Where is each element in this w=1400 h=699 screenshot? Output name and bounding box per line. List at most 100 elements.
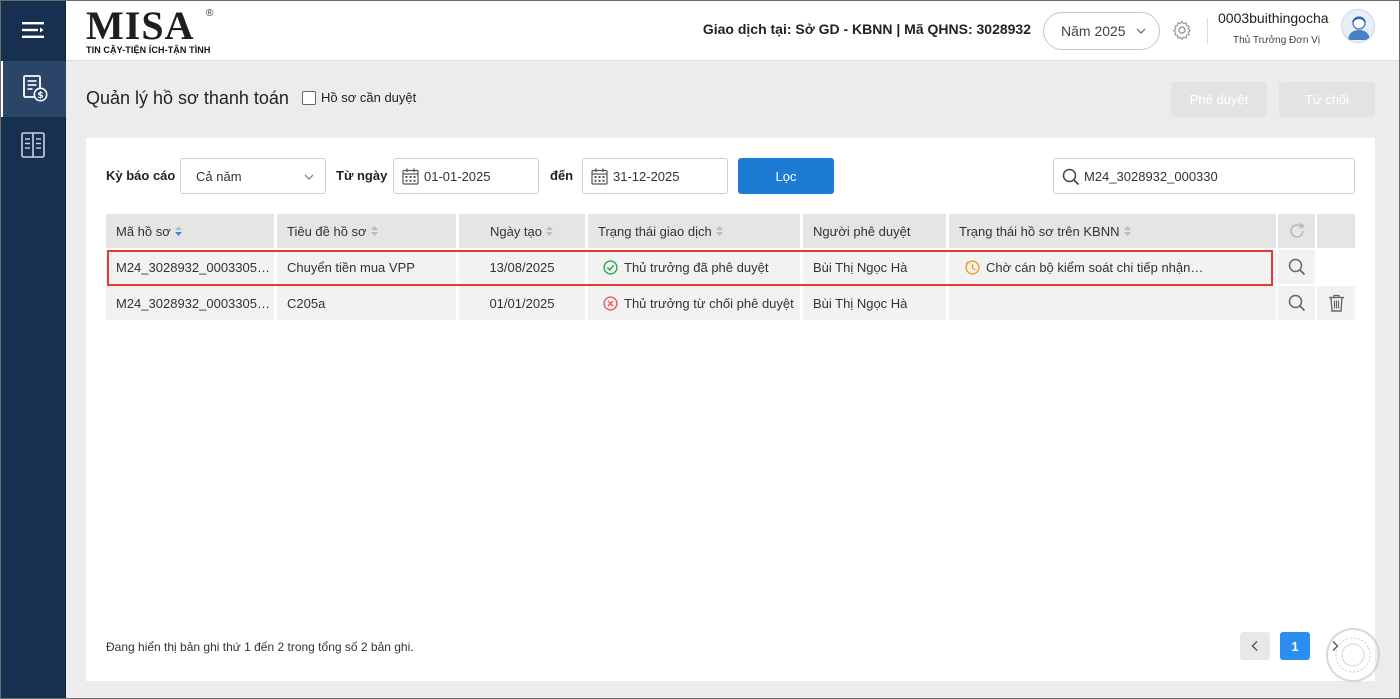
record-txn-status: Thủ trưởng đã phê duyệt xyxy=(588,250,800,284)
column-header-created[interactable]: Ngày tạo xyxy=(459,214,585,248)
to-date-input[interactable]: 31-12-2025 xyxy=(582,158,728,194)
user-avatar-icon xyxy=(1348,16,1370,40)
ledger-book-icon xyxy=(21,132,45,158)
search-icon xyxy=(1062,168,1080,186)
sidebar: $ xyxy=(0,0,66,699)
prev-page-button[interactable] xyxy=(1240,632,1270,660)
chevron-down-icon xyxy=(304,174,314,180)
column-header-code[interactable]: Mã hồ sơ xyxy=(106,214,274,248)
column-header-txn-status[interactable]: Trạng thái giao dịch xyxy=(588,214,800,248)
kbnn-status-text: Chờ cán bộ kiểm soát chi tiếp nhận… xyxy=(986,259,1204,275)
logo-registered-mark: ® xyxy=(206,8,214,19)
svg-text:$: $ xyxy=(37,91,43,101)
search-icon xyxy=(1288,294,1305,312)
delete-record-button[interactable] xyxy=(1317,286,1355,320)
search-value: M24_3028932_000330 xyxy=(1084,168,1218,184)
column-label: Mã hồ sơ xyxy=(116,223,171,239)
stamp-icon xyxy=(1335,637,1371,673)
user-name: 0003buithingocha xyxy=(1218,10,1329,26)
sort-icon xyxy=(546,226,554,236)
sidebar-item-payment-records[interactable]: $ xyxy=(0,61,66,117)
refresh-icon xyxy=(1289,222,1305,238)
view-record-button[interactable] xyxy=(1278,250,1315,284)
from-date-label: Từ ngày xyxy=(336,168,388,183)
sort-icon xyxy=(1123,226,1131,236)
record-count-info: Đang hiển thị bản ghi thứ 1 đến 2 trong … xyxy=(106,640,414,654)
year-select-value: Năm 2025 xyxy=(1061,23,1126,39)
record-code: M24_3028932_0003305… xyxy=(106,250,274,284)
transaction-info: Giao dịch tại: Sở GD - KBNN | Mã QHNS: 3… xyxy=(702,21,1031,37)
filter-button[interactable]: Lọc xyxy=(738,158,834,194)
record-created-date: 01/01/2025 xyxy=(459,286,585,320)
column-label: Tiêu đề hồ sơ xyxy=(287,223,367,239)
period-label: Kỳ báo cáo xyxy=(106,168,176,183)
need-approve-filter[interactable]: Hồ sơ cần duyệt xyxy=(302,90,416,105)
from-date-value: 01-01-2025 xyxy=(424,168,491,184)
settings-button[interactable] xyxy=(1172,20,1192,41)
trash-icon xyxy=(1328,294,1344,312)
column-header-actions xyxy=(1317,214,1355,248)
column-label: Ngày tạo xyxy=(489,223,543,239)
record-kbnn-status xyxy=(949,286,1276,320)
record-approver: Bùi Thị Ngọc Hà xyxy=(803,250,946,284)
divider xyxy=(1207,18,1208,44)
table-row[interactable]: M24_3028932_0003305… C205a 01/01/2025 Th… xyxy=(106,286,1355,320)
table-row[interactable]: M24_3028932_0003305… Chuyển tiền mua VPP… xyxy=(106,250,1355,284)
need-approve-label: Hồ sơ cần duyệt xyxy=(321,90,417,105)
record-created-date: 13/08/2025 xyxy=(459,250,585,284)
record-title: Chuyển tiền mua VPP xyxy=(277,250,456,284)
gear-icon xyxy=(1172,20,1192,41)
from-date-input[interactable]: 01-01-2025 xyxy=(393,158,539,194)
search-icon xyxy=(1288,258,1305,276)
x-circle-icon xyxy=(603,295,618,311)
page-number-button[interactable]: 1 xyxy=(1280,632,1310,660)
period-select[interactable]: Cả năm xyxy=(180,158,326,194)
sidebar-item-ledger[interactable] xyxy=(0,117,66,173)
period-select-value: Cả năm xyxy=(196,168,242,184)
table-header: Mã hồ sơ Tiêu đề hồ sơ Ngày tạo Trạng th… xyxy=(106,214,1355,248)
to-date-label: đến xyxy=(550,168,574,183)
column-label: Người phê duyệt xyxy=(813,223,911,239)
refresh-button[interactable] xyxy=(1278,214,1315,248)
pending-clock-icon xyxy=(965,259,980,275)
top-bar: MISA ® TIN CẬY-TIỆN ÍCH-TẬN TÌNH Giao dị… xyxy=(66,0,1400,61)
chevron-down-icon xyxy=(1136,28,1146,34)
column-header-kbnn-status[interactable]: Trạng thái hồ sơ trên KBNN xyxy=(949,214,1276,248)
chevron-left-icon xyxy=(1251,641,1258,651)
sort-icon xyxy=(174,226,182,236)
column-header-title[interactable]: Tiêu đề hồ sơ xyxy=(277,214,456,248)
record-title: C205a xyxy=(277,286,456,320)
column-label: Trạng thái giao dịch xyxy=(598,223,712,239)
to-date-value: 31-12-2025 xyxy=(613,168,680,184)
record-code: M24_3028932_0003305… xyxy=(106,286,274,320)
record-approver: Bùi Thị Ngọc Hà xyxy=(803,286,946,320)
logo-wordmark: MISA xyxy=(86,3,195,48)
approve-button[interactable]: Phê duyệt xyxy=(1171,82,1267,117)
check-circle-icon xyxy=(603,259,618,275)
sort-icon xyxy=(370,226,378,236)
record-kbnn-status: Chờ cán bộ kiểm soát chi tiếp nhận… xyxy=(949,250,1276,284)
txn-status-text: Thủ trưởng từ chối phê duyệt xyxy=(624,295,794,311)
need-approve-checkbox[interactable] xyxy=(302,90,316,105)
misa-logo[interactable]: MISA ® TIN CẬY-TIỆN ÍCH-TẬN TÌNH xyxy=(86,6,216,56)
avatar[interactable] xyxy=(1341,9,1375,43)
reject-button[interactable]: Từ chối xyxy=(1279,82,1375,117)
calendar-icon xyxy=(591,168,608,185)
menu-toggle-icon xyxy=(22,22,44,38)
user-role: Thủ Trưởng Đơn Vị xyxy=(1233,35,1321,46)
menu-toggle-button[interactable] xyxy=(0,0,66,60)
payment-document-icon: $ xyxy=(22,75,47,102)
year-select[interactable]: Năm 2025 xyxy=(1043,12,1160,50)
txn-status-text: Thủ trưởng đã phê duyệt xyxy=(624,259,769,275)
search-input[interactable]: M24_3028932_000330 xyxy=(1053,158,1355,194)
column-header-approver: Người phê duyệt xyxy=(803,214,946,248)
column-label: Trạng thái hồ sơ trên KBNN xyxy=(959,223,1120,239)
page-title: Quản lý hồ sơ thanh toán xyxy=(86,88,289,108)
actions-cell xyxy=(1317,250,1355,284)
records-panel: Kỳ báo cáo Cả năm Từ ngày 01-01-2025 đến… xyxy=(86,138,1375,681)
logo-tagline: TIN CẬY-TIỆN ÍCH-TẬN TÌNH xyxy=(86,45,211,55)
calendar-icon xyxy=(402,168,419,185)
record-txn-status: Thủ trưởng từ chối phê duyệt xyxy=(588,286,800,320)
sort-icon xyxy=(715,226,723,236)
view-record-button[interactable] xyxy=(1278,286,1315,320)
